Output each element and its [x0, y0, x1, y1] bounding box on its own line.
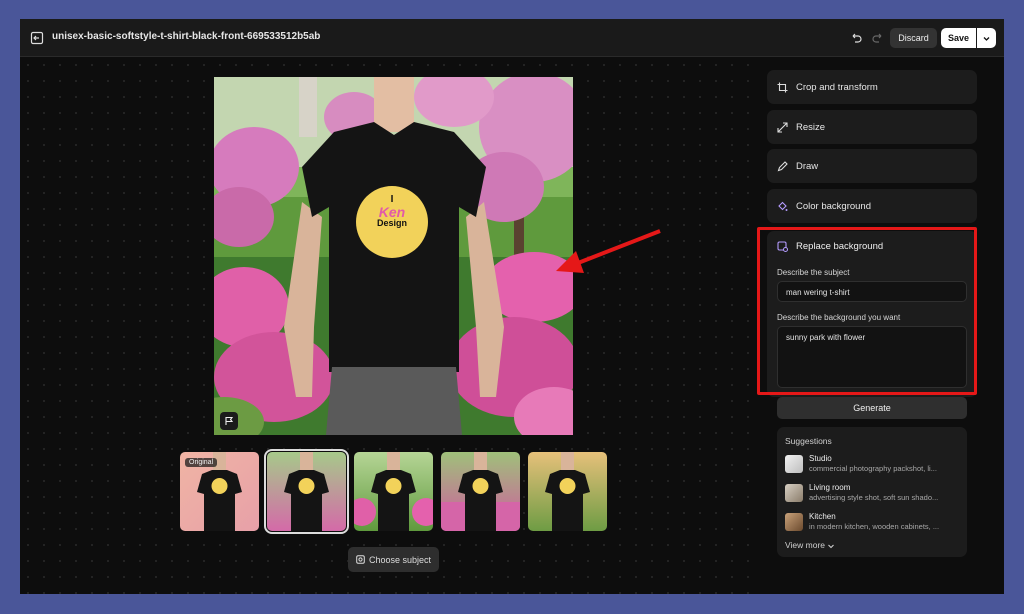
print-line-2: Ken [378, 204, 406, 220]
thumbnail-generated-1[interactable] [264, 449, 349, 534]
suggestion-thumbnail [785, 513, 803, 531]
thumbnail-original[interactable]: Original [180, 452, 259, 531]
subject-field-label: Describe the subject [777, 268, 850, 277]
suggestion-name: Living room [809, 483, 851, 492]
resize-icon [777, 121, 788, 133]
choose-subject-button[interactable]: Choose subject [348, 547, 439, 572]
view-more-link[interactable]: View more [785, 540, 835, 550]
print-line-3: Design [376, 218, 407, 228]
thumbnail-image [284, 452, 329, 531]
crop-and-transform-label: Crop and transform [796, 81, 878, 93]
chevron-down-icon [828, 544, 835, 549]
thumbnail-image [354, 452, 433, 531]
flag-icon [225, 416, 234, 425]
subject-input[interactable]: man wering t-shirt [777, 281, 967, 302]
thumbnail-generated-2[interactable] [354, 452, 433, 531]
replace-background-icon [777, 241, 788, 252]
park-scene-photo [214, 77, 573, 435]
chevron-down-icon [983, 36, 990, 41]
discard-button[interactable]: Discard [890, 28, 937, 48]
thumbnail-generated-4[interactable] [528, 452, 607, 531]
redo-icon[interactable] [871, 31, 885, 45]
crop-and-transform-tool[interactable]: Crop and transform [767, 70, 977, 104]
suggestion-name: Studio [809, 454, 832, 463]
canvas-area: I Ken Design Original Choose subject [20, 57, 756, 594]
draw-tool[interactable]: Draw [767, 149, 977, 183]
background-prompt-textarea[interactable]: sunny park with flower [777, 326, 967, 388]
resize-label: Resize [796, 121, 826, 133]
generate-button[interactable]: Generate [777, 397, 967, 419]
suggestion-studio[interactable]: Studio commercial photography packshot, … [785, 454, 961, 476]
file-title: unisex-basic-softstyle-t-shirt-black-fro… [52, 31, 321, 42]
thumbnail-image [545, 452, 590, 531]
image-editor-window: unisex-basic-softstyle-t-shirt-black-fro… [20, 19, 1004, 594]
replace-background-header[interactable]: Replace background [777, 241, 883, 252]
suggestion-description: in modern kitchen, wooden cabinets, ... [809, 522, 940, 531]
save-options-button[interactable] [977, 28, 996, 48]
save-button[interactable]: Save [941, 28, 976, 48]
replace-background-title: Replace background [796, 241, 884, 252]
report-button[interactable] [220, 412, 238, 430]
crop-icon [777, 82, 788, 92]
background-field-label: Describe the background you want [777, 313, 901, 322]
suggestion-thumbnail [785, 484, 803, 502]
draw-icon [777, 160, 788, 171]
subject-select-icon [356, 555, 365, 564]
thumbnail-label: Original [185, 458, 218, 467]
thumbnail-image [441, 452, 520, 531]
resize-tool[interactable]: Resize [767, 110, 977, 144]
draw-label: Draw [796, 160, 819, 172]
suggestion-description: advertising style shot, soft sun shado..… [809, 493, 939, 502]
top-bar: unisex-basic-softstyle-t-shirt-black-fro… [20, 19, 1004, 57]
color-background-tool[interactable]: Color background [767, 189, 977, 223]
thumbnail-generated-3[interactable] [441, 452, 520, 531]
view-more-label: View more [785, 540, 825, 550]
suggestion-living-room[interactable]: Living room advertising style shot, soft… [785, 483, 961, 505]
tshirt-print-text: I Ken Design [364, 195, 420, 228]
replace-background-panel: Replace background Describe the subject … [767, 231, 977, 397]
suggestion-thumbnail [785, 455, 803, 473]
choose-subject-label: Choose subject [368, 554, 432, 565]
suggestions-title: Suggestions [785, 436, 832, 446]
suggestion-kitchen[interactable]: Kitchen in modern kitchen, wooden cabine… [785, 512, 961, 534]
exit-icon[interactable] [30, 31, 44, 45]
suggestion-name: Kitchen [809, 512, 836, 521]
suggestions-panel: Suggestions Studio commercial photograph… [777, 427, 967, 557]
color-background-icon [778, 201, 788, 211]
color-background-label: Color background [796, 200, 871, 212]
main-product-image: I Ken Design [214, 77, 573, 435]
undo-icon[interactable] [849, 31, 863, 45]
suggestion-description: commercial photography packshot, li... [809, 464, 937, 473]
